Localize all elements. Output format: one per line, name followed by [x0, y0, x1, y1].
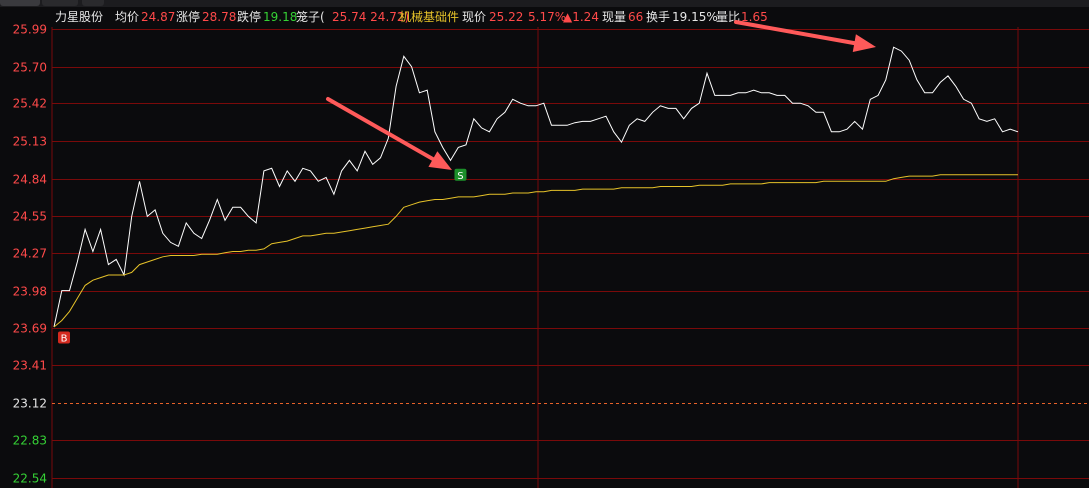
intraday-chart[interactable]: 25.99 25.70 25.42 25.13 24.84 24.55 24.27 23.98… [0, 0, 1089, 488]
y-tick-label: 23.69 [13, 322, 47, 336]
y-axis-ticks: 25.99 25.70 25.42 25.13 24.84 24.55 24.27 23.98… [13, 23, 47, 486]
annotation-arrows [326, 20, 876, 170]
trade-markers: BS [58, 168, 467, 344]
y-tick-label: 22.83 [13, 434, 47, 448]
marker-s[interactable]: S [454, 168, 467, 182]
annotation-arrow [326, 97, 452, 170]
y-tick-label: 25.99 [13, 23, 47, 37]
y-tick-label: 23.98 [13, 285, 47, 299]
y-tick-label: 25.70 [13, 61, 47, 75]
annotation-arrow [734, 20, 876, 52]
y-tick-label: 24.84 [13, 173, 47, 187]
y-tick-label: 22.54 [13, 472, 47, 486]
series-lines [53, 46, 1019, 328]
y-tick-label: 24.27 [13, 247, 47, 261]
y-tick-label: 24.55 [13, 210, 47, 224]
y-tick-label: 23.41 [13, 359, 47, 373]
marker-label: S [457, 171, 463, 182]
y-tick-label: 23.12 [13, 397, 47, 411]
marker-label: B [61, 333, 68, 344]
y-tick-label: 25.13 [13, 135, 47, 149]
avg-price-line [53, 174, 1018, 328]
price-line [53, 46, 1019, 328]
y-tick-label: 25.42 [13, 97, 47, 111]
grid [51, 27, 1089, 488]
marker-b[interactable]: B [58, 331, 70, 344]
